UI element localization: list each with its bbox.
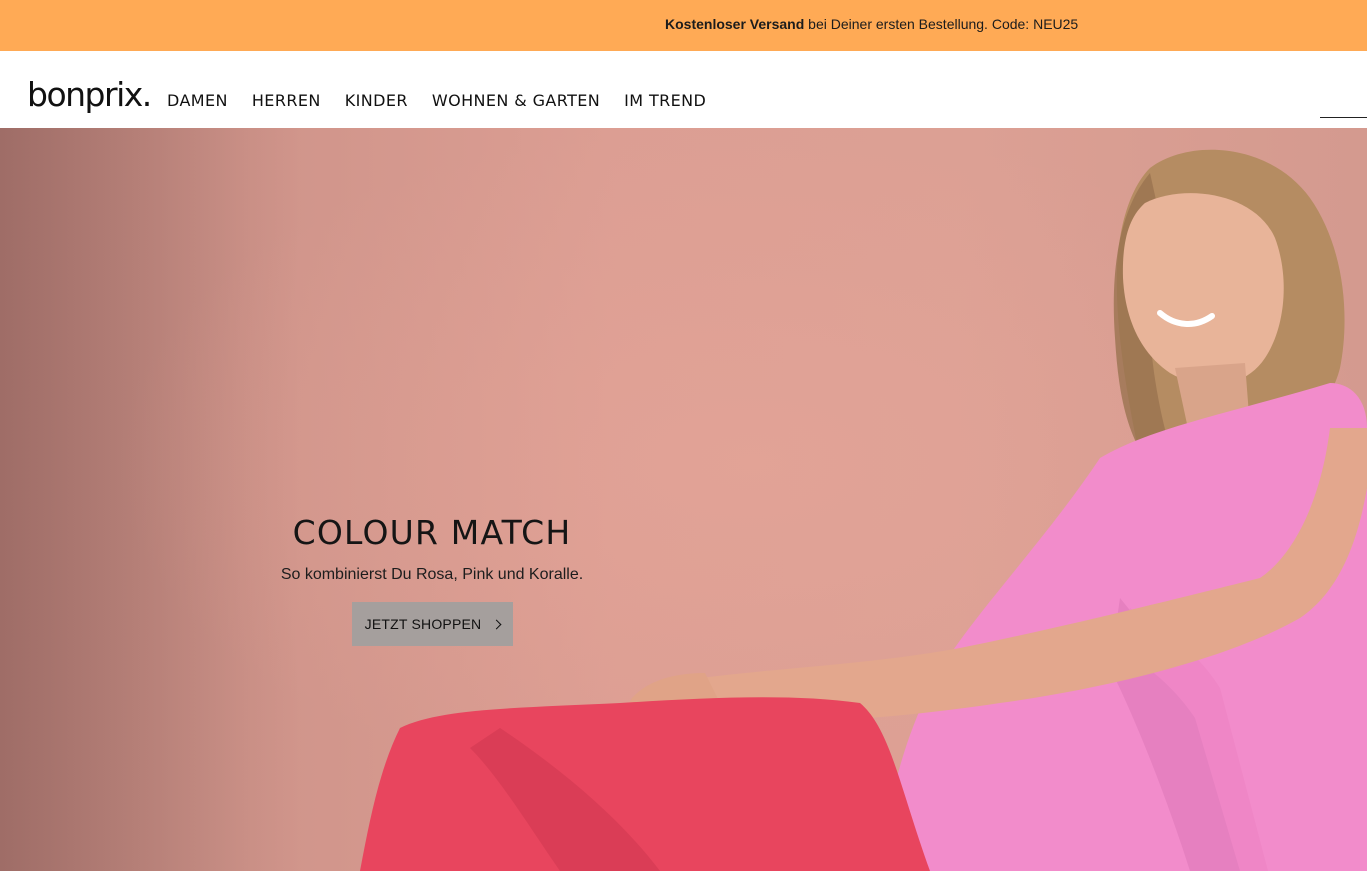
brand-logo[interactable]: bonprix. [27,77,152,113]
header-search-underline[interactable] [1320,117,1367,118]
model-pants [360,697,930,871]
chevron-right-icon [491,619,502,629]
main-nav: DAMEN HERREN KINDER WOHNEN & GARTEN IM T… [167,91,730,110]
hero-subtitle: So kombinierst Du Rosa, Pink und Koralle… [280,566,584,583]
nav-item-kinder[interactable]: KINDER [345,91,408,110]
nav-item-wohnen-garten[interactable]: WOHNEN & GARTEN [432,91,600,110]
hero-title: COLOUR MATCH [292,513,572,552]
promo-banner[interactable]: Kostenloser Versand bei Deiner ersten Be… [0,0,1367,51]
hero-banner[interactable]: COLOUR MATCH So kombinierst Du Rosa, Pin… [0,128,1367,871]
shop-now-label: JETZT SHOPPEN [364,616,482,632]
nav-item-herren[interactable]: HERREN [252,91,321,110]
promo-text-bold: Kostenloser Versand [665,16,805,32]
hero-model-image [360,149,1367,871]
promo-text-rest: bei Deiner ersten Bestellung. Code: NEU2… [804,16,1079,32]
nav-item-im-trend[interactable]: IM TREND [624,91,706,110]
hero-copy: COLOUR MATCH So kombinierst Du Rosa, Pin… [262,513,602,646]
promo-text: Kostenloser Versand bei Deiner ersten Be… [665,16,1078,32]
shop-now-button[interactable]: JETZT SHOPPEN [352,602,513,646]
nav-item-damen[interactable]: DAMEN [167,91,228,110]
site-header: bonprix. DAMEN HERREN KINDER WOHNEN & GA… [0,51,1367,128]
